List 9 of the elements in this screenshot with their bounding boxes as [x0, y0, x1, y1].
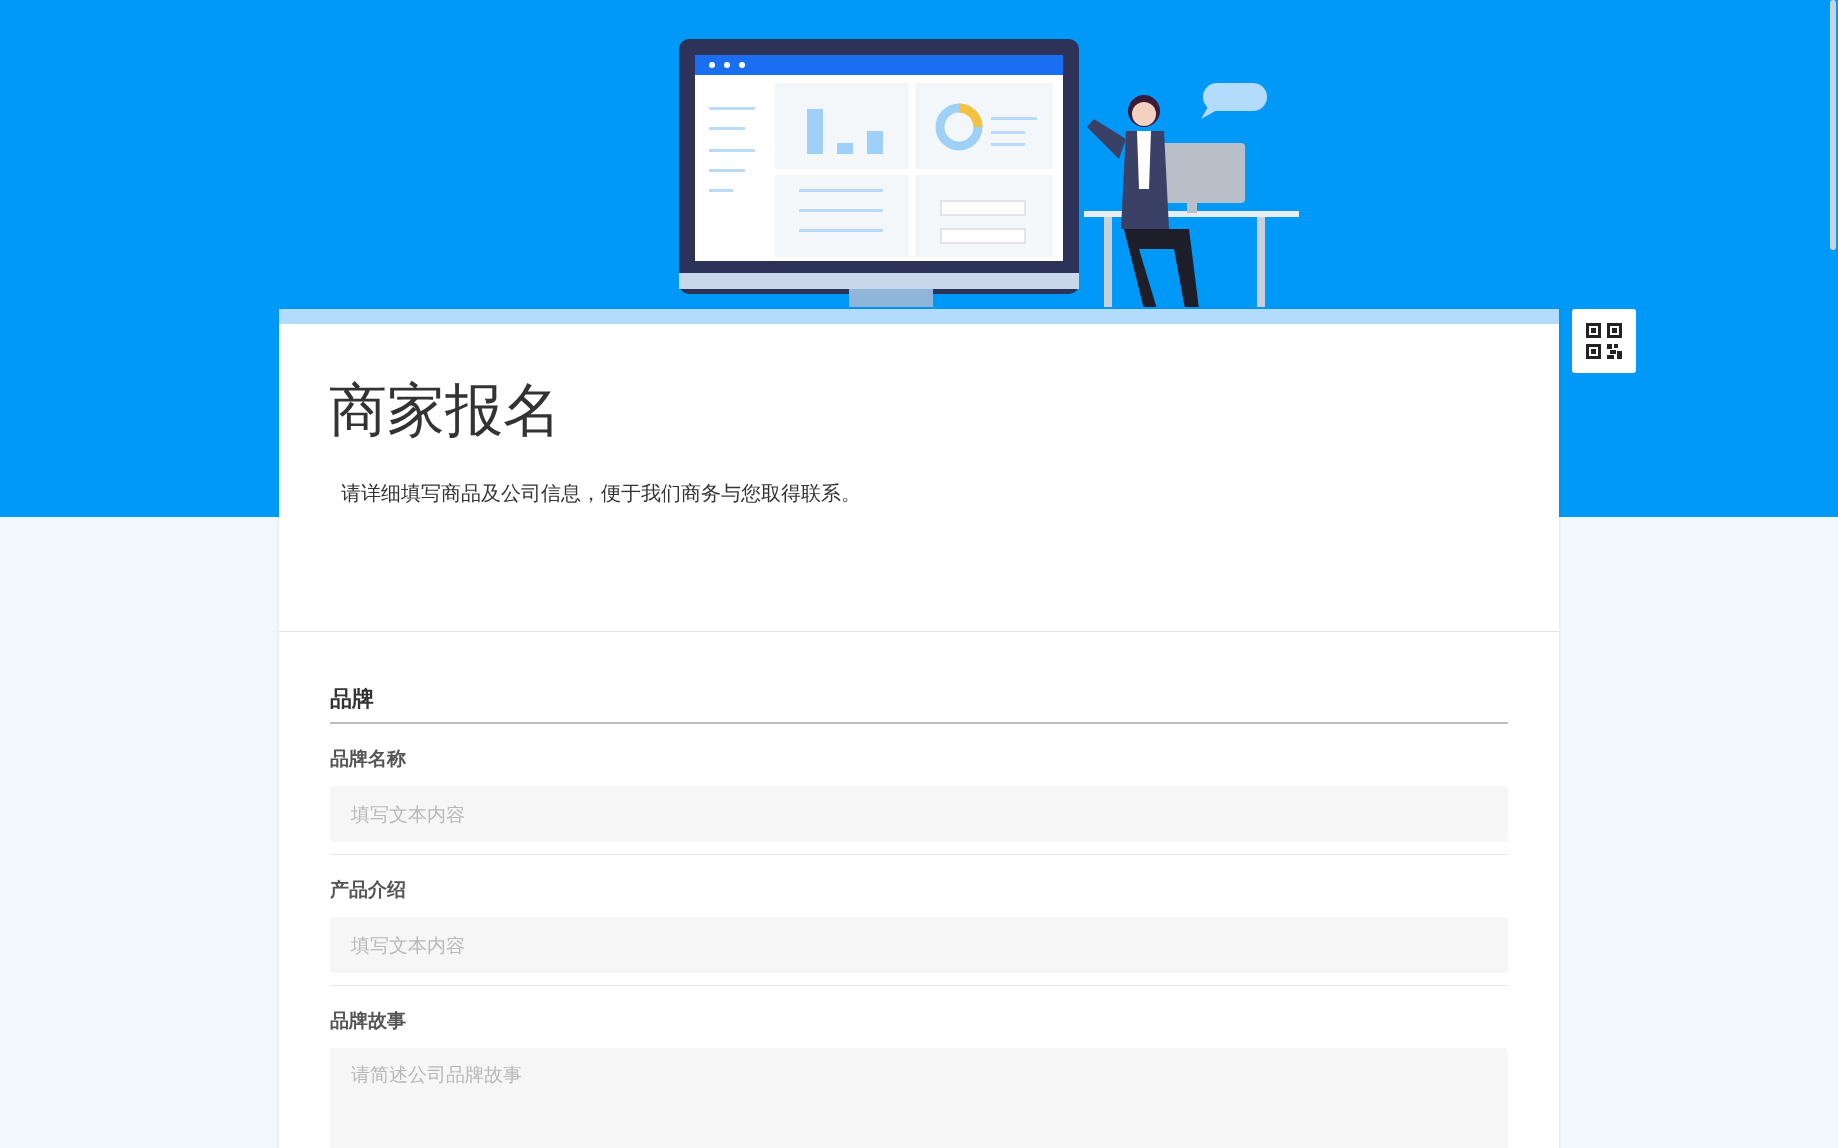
field-label: 产品介绍	[330, 877, 407, 902]
field-label: 品牌故事	[330, 1008, 407, 1033]
text-area[interactable]: 请简述公司品牌故事	[330, 1048, 1508, 1148]
field-label: 品牌名称	[330, 746, 407, 771]
input-field[interactable]: 填写文本内容	[330, 917, 1508, 973]
section-title: 品牌	[330, 685, 374, 713]
input-field[interactable]: 填写文本内容	[330, 786, 1508, 842]
form-title: 商家报名	[329, 376, 561, 446]
form-description: 请详细填写商品及公司信息，便于我们商务与您取得联系。	[341, 479, 861, 507]
